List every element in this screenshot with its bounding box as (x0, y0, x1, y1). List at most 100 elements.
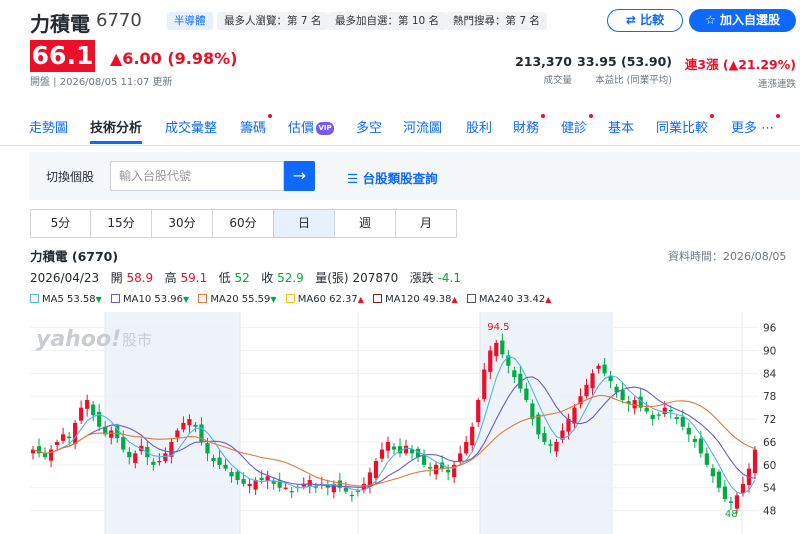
period-60min[interactable]: 60分 (212, 209, 274, 238)
candle-body (668, 409, 673, 412)
y-tick-label: 96 (763, 323, 777, 335)
candle-body (175, 430, 180, 438)
candle-body (548, 444, 553, 446)
candle-body (536, 414, 541, 435)
tab-bull-bear[interactable]: 多空 (356, 117, 382, 136)
add-watchlist-button[interactable]: ☆ 加入自選股 (689, 9, 796, 32)
category-query-link[interactable]: ☰ 台股類股查詢 (347, 168, 438, 187)
period-15min[interactable]: 15分 (90, 209, 152, 238)
tab-more[interactable]: 更多 ⋯ (731, 114, 781, 136)
ma-toggle-ma10[interactable]: MA10 53.96▼ (111, 294, 189, 305)
candle-body (427, 467, 433, 469)
candle-body (572, 407, 577, 424)
y-tick-label: 54 (763, 483, 777, 495)
period-week[interactable]: 週 (334, 209, 396, 238)
candle-body (470, 426, 475, 446)
compare-button[interactable]: ⇄ 比較 (607, 9, 683, 32)
ma-legend: MA5 53.58▼ MA10 53.96▼ MA20 55.59▼ MA60 … (30, 294, 557, 305)
period-month[interactable]: 月 (395, 209, 457, 238)
min-price-label: 48 (725, 509, 738, 520)
stock-switch-panel: 切換個股 輸入台股代號 → ☰ 台股類股查詢 (29, 152, 800, 200)
y-tick-label: 48 (763, 506, 776, 518)
tab-health[interactable]: 健診 (561, 114, 594, 136)
candle-body (494, 342, 499, 357)
candle-body (379, 449, 385, 459)
candle-body (157, 461, 162, 463)
period-5min[interactable]: 5分 (30, 209, 91, 238)
candle-body (403, 445, 409, 454)
tab-financial[interactable]: 財務 (513, 114, 546, 136)
candle-body (211, 457, 216, 462)
y-tick-label: 66 (763, 437, 777, 449)
y-tick-label: 72 (763, 414, 776, 426)
candle-body (421, 456, 427, 465)
candle-body (686, 427, 691, 435)
candle-body (355, 490, 361, 492)
candle-body (349, 494, 354, 497)
candle-body (554, 441, 559, 452)
candle-body (680, 416, 685, 427)
candle-body (620, 390, 625, 401)
tab-trades[interactable]: 成交彙整 (165, 117, 217, 136)
candle-body (48, 449, 54, 461)
new-dot-icon (541, 114, 546, 118)
candle-body (500, 340, 505, 355)
tab-peers[interactable]: 同業比較 (656, 114, 715, 136)
more-dots-icon: ⋯ (761, 121, 775, 136)
period-day[interactable]: 日 (273, 209, 335, 238)
vip-badge: VIP (316, 122, 335, 135)
candle-body (79, 407, 84, 421)
tab-technical[interactable]: 技術分析 (90, 117, 143, 144)
candle-body (373, 461, 379, 479)
tab-chips[interactable]: 籌碼 (240, 114, 273, 136)
data-time: 資料時間：2026/08/05 (668, 250, 787, 263)
search-submit-button[interactable]: → (284, 161, 315, 191)
candle-body (67, 436, 72, 439)
candle-body (512, 370, 517, 378)
candle-body (247, 483, 252, 487)
candle-body (650, 414, 655, 420)
period-30min[interactable]: 30分 (151, 209, 213, 238)
price-change: ▲6.00 (9.98%) (110, 49, 238, 68)
y-tick-label: 84 (763, 368, 777, 380)
candle-body (91, 404, 96, 416)
candle-body (584, 384, 589, 397)
candlestick-chart[interactable]: yahoo! 股市 96 90 84 78 72 66 60 54 48 94.5 48 (0, 312, 800, 534)
candle-body (740, 483, 746, 494)
candle-body (656, 414, 661, 416)
candle-body (446, 469, 451, 473)
candle-body (596, 365, 601, 369)
sector-tag[interactable]: 半導體 (167, 12, 213, 30)
candle-body (133, 453, 138, 463)
candle-body (259, 477, 264, 481)
tab-trend[interactable]: 走勢圖 (29, 117, 68, 136)
ma-toggle-ma240[interactable]: MA240 33.42▲ (466, 294, 551, 305)
watermark-suffix: 股市 (122, 331, 152, 349)
ma-toggle-ma5[interactable]: MA5 53.58▼ (30, 294, 102, 305)
tab-river[interactable]: 河流圖 (403, 117, 442, 136)
list-icon: ☰ (347, 171, 359, 186)
tab-dividend[interactable]: 股利 (466, 117, 492, 136)
candle-body (127, 451, 132, 458)
ma-toggle-ma120[interactable]: MA120 49.38▲ (373, 294, 458, 305)
ma-toggle-ma60[interactable]: MA60 62.37▲ (285, 294, 364, 305)
candle-body (121, 437, 126, 450)
rank-search-badge[interactable]: 熱門搜尋：第 7 名 (446, 12, 547, 30)
candle-body (60, 434, 66, 441)
candle-body (205, 443, 210, 454)
candle-body (458, 453, 463, 462)
candle-body (241, 478, 246, 484)
rank-views-badge[interactable]: 最多人瀏覽：第 7 名 (217, 12, 329, 30)
candle-body (698, 438, 703, 454)
quote-header: 力積電 6770 半導體 最多人瀏覽：第 7 名 最多加自選：第 10 名 熱門… (0, 0, 800, 110)
tab-basic[interactable]: 基本 (608, 117, 634, 136)
volume-stat: 213,370 成交量 (515, 54, 572, 86)
stock-search-input[interactable]: 輸入台股代號 (110, 161, 284, 191)
analysis-tabs: 走勢圖 技術分析 成交彙整 籌碼 估價 VIP 多空 河流圖 股利 財務 健診 基… (0, 110, 800, 146)
candle-body (524, 388, 529, 401)
candle-body (734, 495, 740, 509)
rank-watch-badge[interactable]: 最多加自選：第 10 名 (328, 12, 447, 30)
tab-valuation[interactable]: 估價 VIP (288, 117, 335, 136)
ma-toggle-ma20[interactable]: MA20 55.59▼ (198, 294, 277, 305)
candle-body (662, 407, 667, 415)
